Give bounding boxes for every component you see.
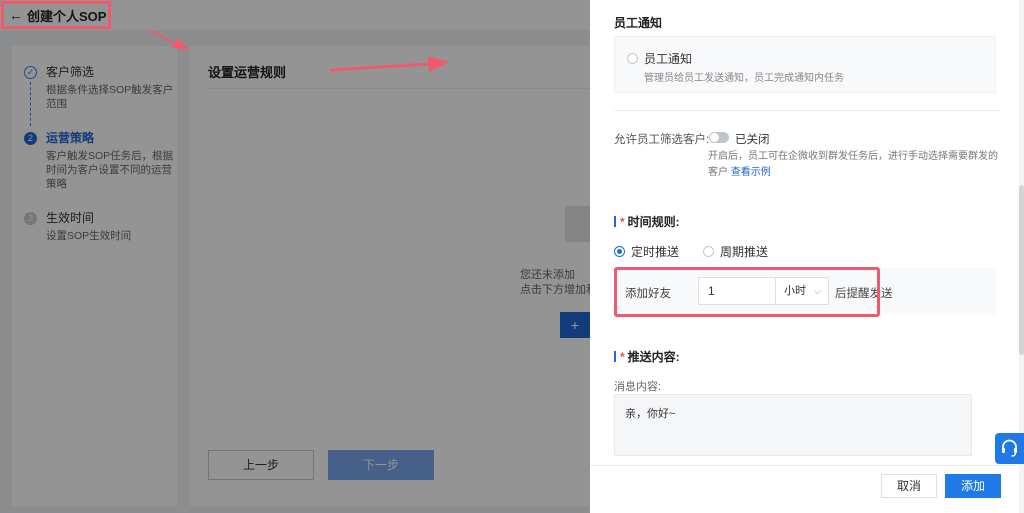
radio-scheduled-push[interactable]: 定时推送 bbox=[614, 243, 679, 260]
notice-section-title: 员工通知 bbox=[614, 16, 663, 30]
modal-mask[interactable] bbox=[0, 0, 590, 513]
divider bbox=[590, 465, 1024, 466]
radio-periodic-push[interactable]: 周期推送 bbox=[703, 243, 768, 260]
notice-radio-option[interactable]: 员工通知 bbox=[627, 50, 692, 67]
notice-option-desc: 管理员给员工发送通知，员工完成通知内任务 bbox=[644, 73, 844, 84]
scrollbar-thumb[interactable] bbox=[1019, 185, 1024, 355]
radio-icon bbox=[627, 53, 638, 65]
radio-icon bbox=[703, 246, 715, 257]
push-content-title: * 推送内容: bbox=[614, 348, 680, 365]
add-button[interactable]: 添加 bbox=[945, 474, 1001, 498]
customer-support-button[interactable] bbox=[995, 433, 1024, 464]
section-bar bbox=[614, 351, 616, 362]
allow-filter-state: 已关闭 bbox=[735, 134, 770, 146]
view-example-link[interactable]: 查看示例 bbox=[731, 167, 771, 178]
allow-filter-desc: 开启后，员工可在企微收到群发任务后，进行手动选择需要群发的客户 查看示例 bbox=[708, 149, 1000, 181]
time-rule-label: 时间规则: bbox=[627, 215, 680, 229]
add-rule-drawer: 员工通知 员工通知 管理员给员工发送通知，员工完成通知内任务 允许员工筛选客户:… bbox=[590, 0, 1024, 513]
cancel-button[interactable]: 取消 bbox=[881, 474, 937, 498]
time-rule-title: * 时间规则: bbox=[614, 213, 680, 230]
section-bar bbox=[614, 216, 616, 227]
divider bbox=[614, 110, 1000, 111]
highlight-annotation bbox=[1, 1, 111, 29]
notice-option-label: 员工通知 bbox=[644, 52, 693, 66]
required-mark: * bbox=[620, 214, 625, 229]
push-content-label: 推送内容: bbox=[627, 350, 680, 364]
headset-icon bbox=[1002, 439, 1017, 457]
time-type-radio-group: 定时推送 周期推送 bbox=[614, 243, 792, 260]
message-textarea[interactable]: 亲，你好~ bbox=[614, 394, 972, 456]
allow-filter-label: 允许员工筛选客户: bbox=[614, 134, 710, 146]
radio-icon bbox=[614, 246, 625, 257]
notice-option-box: 员工通知 管理员给员工发送通知，员工完成通知内任务 bbox=[614, 36, 996, 93]
required-mark: * bbox=[620, 349, 625, 364]
allow-filter-toggle[interactable] bbox=[709, 132, 729, 143]
radio-label: 周期推送 bbox=[720, 245, 769, 259]
message-label: 消息内容: bbox=[614, 381, 662, 393]
highlight-annotation bbox=[614, 267, 880, 317]
radio-label: 定时推送 bbox=[631, 245, 680, 259]
